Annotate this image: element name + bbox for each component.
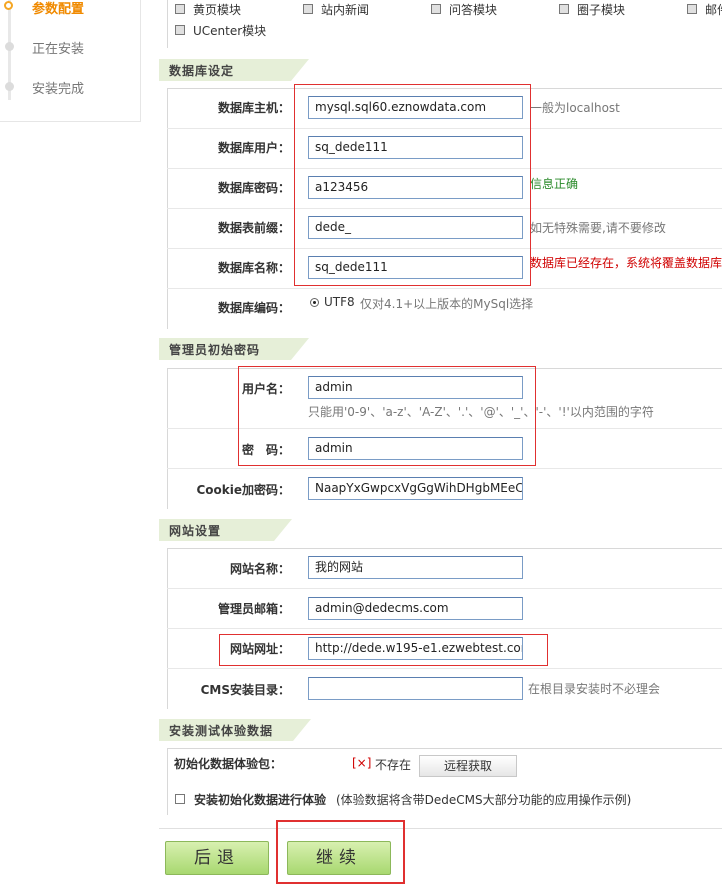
highlight-admin-fields bbox=[238, 366, 536, 466]
module-label-qa: 问答模块 bbox=[449, 3, 498, 17]
section-title: 网站设置 bbox=[169, 524, 222, 538]
testdata-section-header: 安装测试体验数据 bbox=[159, 719, 311, 741]
cookie-label: Cookie加密码： bbox=[196, 483, 290, 497]
admin-section-header: 管理员初始密码 bbox=[159, 338, 309, 360]
header-tail bbox=[293, 719, 311, 741]
admin-email-input[interactable]: admin@dedecms.com bbox=[308, 597, 523, 620]
highlight-db-fields bbox=[294, 84, 531, 286]
highlight-site-url bbox=[219, 634, 548, 666]
install-testdata-note: (体验数据将含带DedeCMS大部分功能的应用操作示例) bbox=[336, 793, 632, 807]
step-complete: 安装完成 bbox=[32, 82, 85, 97]
cookie-input[interactable]: NaapYxGwpcxVgGgWihDHgbMEeCOh bbox=[308, 477, 523, 500]
step-dot-icon bbox=[5, 42, 14, 51]
db-prefix-hint: 如无特殊需要,请不要修改 bbox=[530, 221, 666, 235]
db-name-label: 数据库名称： bbox=[217, 261, 290, 275]
step-dot-icon bbox=[5, 82, 14, 91]
module-label-yellowpages: 黄页模块 bbox=[193, 3, 242, 17]
module-checkbox-yellowpages[interactable] bbox=[175, 4, 185, 14]
module-checkbox-news[interactable] bbox=[303, 4, 313, 14]
module-checkbox-mail[interactable] bbox=[687, 4, 697, 14]
install-testdata-label: 安装初始化数据进行体验 bbox=[194, 793, 327, 807]
step-config: 参数配置 bbox=[32, 2, 85, 17]
install-steps-sidebar bbox=[0, 0, 141, 122]
module-checkbox-ucenter[interactable] bbox=[175, 25, 185, 35]
database-section-header: 数据库设定 bbox=[159, 59, 309, 81]
header-tail bbox=[274, 519, 292, 541]
db-prefix-label: 数据表前缀： bbox=[217, 221, 290, 235]
db-pass-status: 信息正确 bbox=[530, 177, 579, 191]
testdata-package-label: 初始化数据体验包： bbox=[174, 757, 283, 771]
db-name-warning: 数据库已经存在，系统将覆盖数据库 bbox=[530, 256, 722, 270]
highlight-continue bbox=[276, 820, 405, 884]
header-tail bbox=[291, 338, 309, 360]
db-charset-label: 数据库编码： bbox=[217, 301, 290, 315]
cms-dir-input[interactable] bbox=[308, 677, 523, 700]
install-testdata-checkbox[interactable] bbox=[175, 794, 185, 804]
cms-dir-label: CMS安装目录： bbox=[200, 683, 290, 697]
db-pass-label: 数据库密码： bbox=[217, 181, 290, 195]
module-checkbox-circle[interactable] bbox=[559, 4, 569, 14]
step-installing: 正在安装 bbox=[32, 42, 85, 57]
section-title: 安装测试体验数据 bbox=[169, 724, 274, 738]
footer-divider bbox=[159, 828, 722, 829]
cms-dir-hint: 在根目录安装时不必理会 bbox=[528, 682, 661, 696]
remote-fetch-button[interactable]: 远程获取 bbox=[419, 755, 517, 777]
step-active-dot-icon bbox=[4, 1, 13, 10]
charset-value: UTF8 bbox=[324, 295, 355, 309]
section-title: 管理员初始密码 bbox=[169, 343, 261, 357]
site-section-header: 网站设置 bbox=[159, 519, 292, 541]
charset-radio[interactable] bbox=[310, 298, 319, 307]
db-host-hint: 一般为localhost bbox=[530, 101, 620, 115]
header-tail bbox=[291, 59, 309, 81]
db-host-label: 数据库主机： bbox=[217, 101, 290, 115]
module-label-news: 站内新闻 bbox=[321, 3, 370, 17]
module-checkbox-qa[interactable] bbox=[431, 4, 441, 14]
module-label-mail: 邮件 bbox=[705, 3, 722, 17]
package-missing-mark: [×] bbox=[352, 756, 372, 770]
section-title: 数据库设定 bbox=[169, 64, 235, 78]
back-button[interactable]: 后退 bbox=[165, 841, 269, 875]
module-label-circle: 圈子模块 bbox=[577, 3, 626, 17]
site-name-input[interactable]: 我的网站 bbox=[308, 556, 523, 579]
db-user-label: 数据库用户： bbox=[217, 141, 290, 155]
module-label-ucenter: UCenter模块 bbox=[193, 24, 267, 38]
admin-email-label: 管理员邮箱： bbox=[217, 602, 290, 616]
charset-hint: 仅对4.1+以上版本的MySql选择 bbox=[360, 297, 534, 311]
package-status: 不存在 bbox=[375, 758, 412, 772]
site-name-label: 网站名称： bbox=[229, 562, 290, 576]
